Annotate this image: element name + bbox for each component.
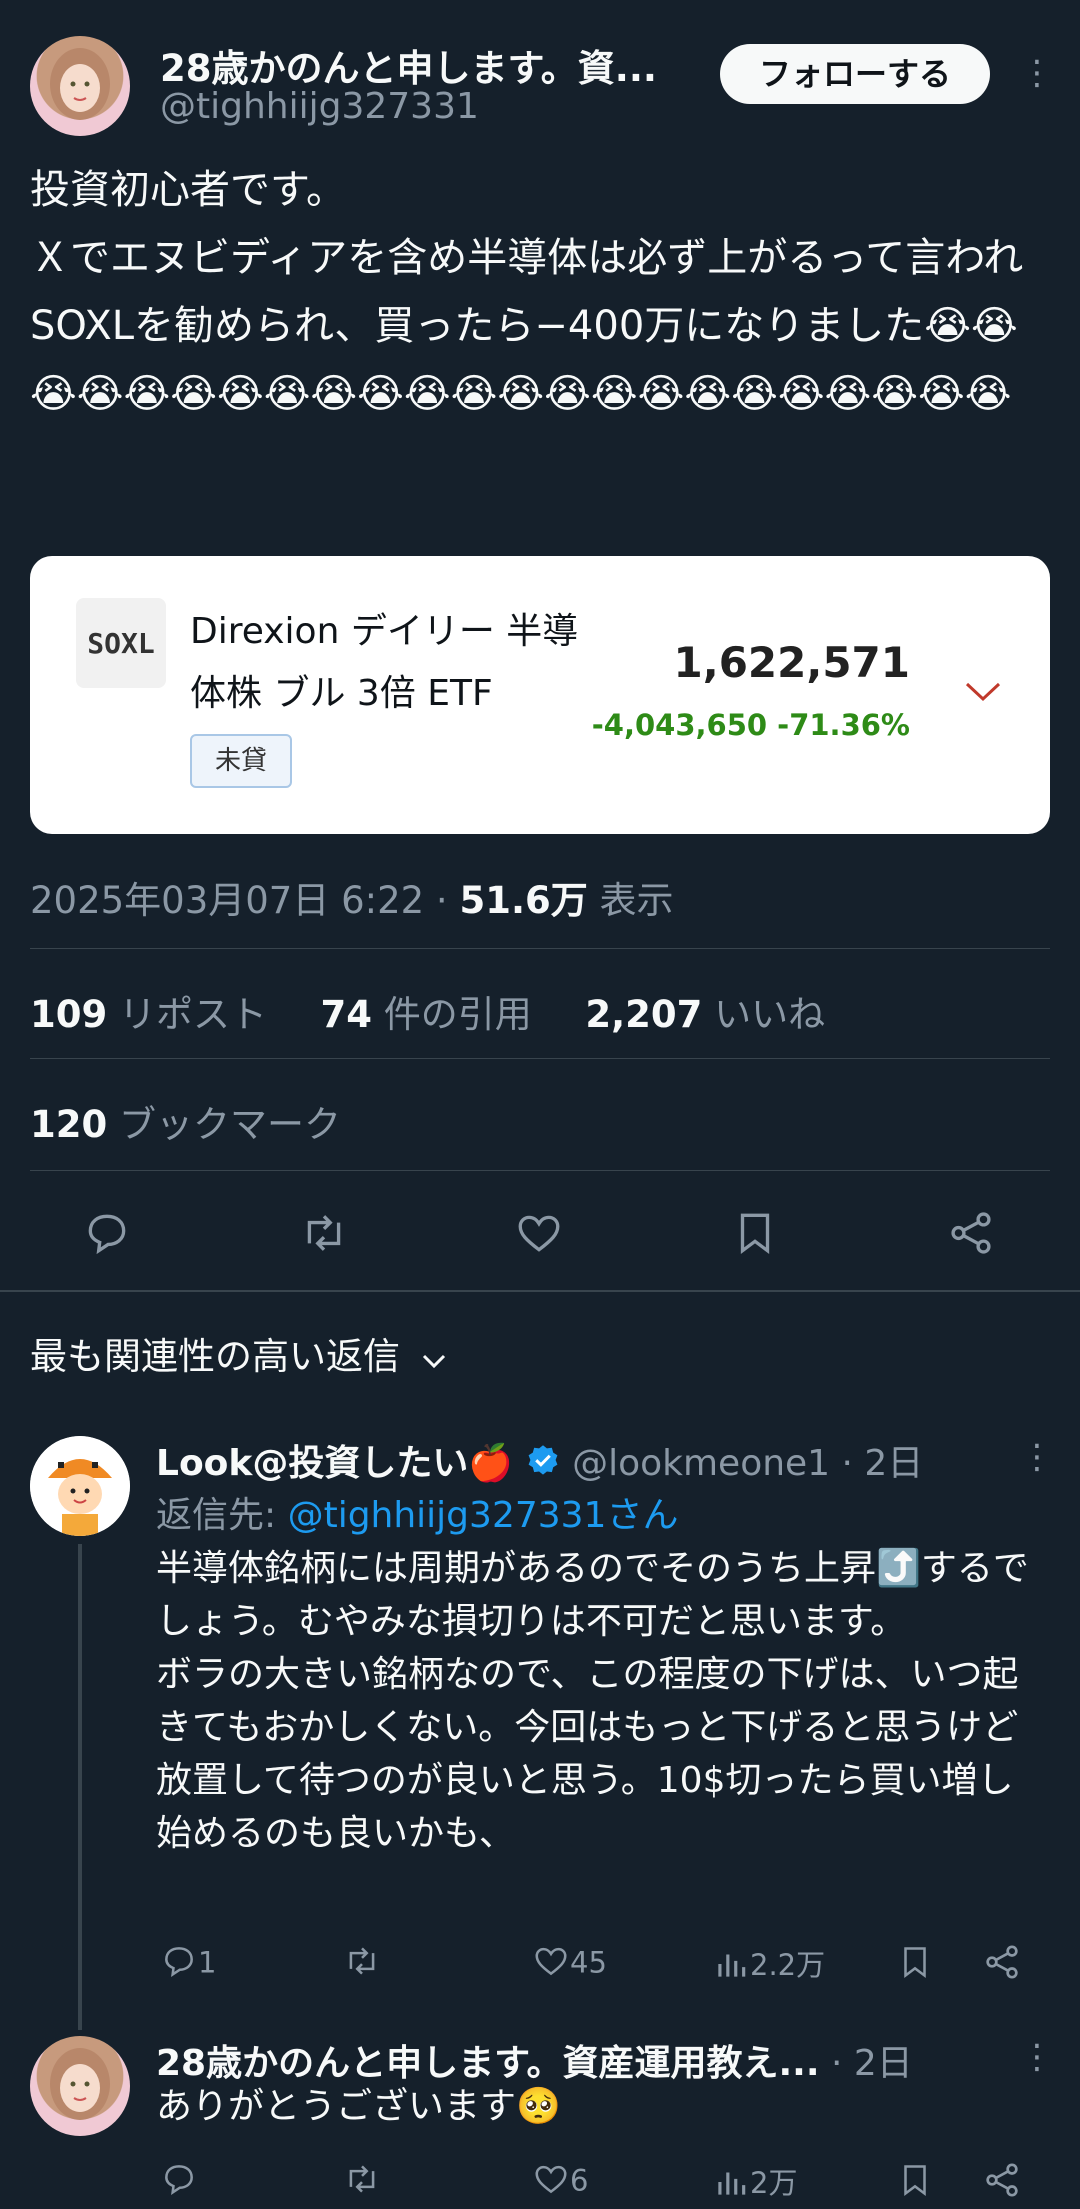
like-icon (532, 2160, 570, 2205)
quotes-count: 74 (320, 993, 373, 1036)
like-count: 6 (570, 2163, 589, 2198)
reply-time[interactable]: · 2日 (820, 2043, 913, 2084)
bookmarks-label: ブックマーク (119, 1103, 341, 1146)
share-icon[interactable] (982, 2160, 1022, 2204)
reply-icon (160, 1942, 198, 1987)
position-change: -4,043,650 -71.36% (591, 708, 910, 742)
reply-count-button[interactable]: 1 (160, 1942, 216, 1987)
bookmark-icon[interactable] (896, 1942, 934, 1986)
likes-stat[interactable]: 2,207 いいね (585, 993, 825, 1036)
views-button[interactable]: 2.2万 (712, 1942, 825, 1990)
like-icon (532, 1942, 570, 1987)
reply-to-line: 返信先: @tighhiijg327331さん (156, 1486, 678, 1538)
views-count: 51.6万 (459, 879, 588, 922)
stock-card[interactable]: SOXL Direxion デイリー 半導 体株 ブル 3倍 ETF 未貸 1,… (30, 556, 1050, 834)
views-label: 表示 (587, 879, 674, 922)
reply-to-prefix: 返信先: (156, 1495, 288, 1536)
reply-icon (160, 2160, 198, 2205)
engagement-stats: 109 リポスト 74 件の引用 2,207 いいね (30, 984, 825, 1038)
bookmark-icon[interactable] (896, 2160, 934, 2204)
timestamp-row: 2025年03月07日 6:22 · 51.6万 表示 (30, 870, 674, 924)
views-count: 2.2万 (750, 1948, 826, 1982)
repost-icon[interactable] (298, 1208, 350, 1258)
fund-name-line1: Direxion デイリー 半導 (190, 611, 579, 652)
reply-icon[interactable] (82, 1208, 132, 1258)
reply-time[interactable]: · 2日 (830, 1443, 924, 1484)
reply-header: 28歳かのんと申します。資産運用教え... · 2日 (156, 2034, 913, 2086)
bookmarks-stat[interactable]: 120 ブックマーク (30, 1094, 341, 1148)
reply-action-bar: 1 45 2.2万 (156, 1940, 1046, 1990)
chevron-down-icon[interactable] (964, 680, 1002, 704)
follow-button[interactable]: フォローする (720, 44, 990, 104)
tweet-text: 投資初心者です。 Ｘでエヌビディアを含め半導体は必ず上がるって言われSOXLを勧… (30, 167, 1024, 417)
section-divider (0, 1290, 1080, 1292)
chevron-down-icon (420, 1337, 448, 1380)
soxl-logo: SOXL (76, 598, 166, 688)
reply-avatar[interactable] (30, 1436, 130, 1536)
like-button[interactable]: 6 (532, 2160, 588, 2205)
verified-icon (525, 1443, 561, 1488)
reply-text: ありがとうございます🥺 (156, 2086, 561, 2127)
share-icon[interactable] (946, 1208, 996, 1258)
timestamp[interactable]: 2025年03月07日 6:22 · (30, 879, 459, 922)
share-icon[interactable] (982, 1942, 1022, 1986)
divider (30, 1058, 1050, 1059)
more-options-icon[interactable]: ⋮ (1020, 56, 1054, 90)
reply-header: Look@投資したい🍎 @lookmeone1 · 2日 (156, 1434, 923, 1488)
more-options-icon[interactable]: ⋮ (1020, 1440, 1054, 1474)
more-options-icon[interactable]: ⋮ (1020, 2040, 1054, 2074)
like-button[interactable]: 45 (532, 1942, 607, 1987)
author-name[interactable]: 28歳かのんと申します。資... (160, 38, 657, 92)
reply-action-bar: 6 2万 (156, 2158, 1046, 2208)
views-icon (712, 2163, 750, 2208)
replies-sort-dropdown[interactable]: 最も関連性の高い返信 (30, 1326, 448, 1380)
divider (30, 1170, 1050, 1171)
reply-count-button[interactable] (160, 2160, 198, 2205)
position-value: 1,622,571 (673, 638, 910, 687)
likes-label: いいね (714, 993, 826, 1036)
bookmarks-count: 120 (30, 1103, 108, 1146)
reply-count: 1 (198, 1945, 217, 1980)
lending-status-tag: 未貸 (190, 734, 292, 788)
reply-author-name[interactable]: 28歳かのんと申します。資産運用教え... (156, 2043, 820, 2084)
repost-icon (342, 2160, 382, 2205)
likes-count: 2,207 (585, 993, 703, 1036)
reposts-label: リポスト (119, 993, 267, 1036)
repost-button[interactable] (342, 2160, 382, 2205)
reply-author-handle[interactable]: @lookmeone1 (572, 1443, 830, 1484)
like-count: 45 (570, 1945, 607, 1980)
like-icon[interactable] (514, 1208, 564, 1258)
author-avatar[interactable] (30, 36, 130, 136)
fund-name-line2: 体株 ブル 3倍 ETF (190, 673, 493, 714)
views-count: 2万 (750, 2166, 798, 2200)
quotes-label: 件の引用 (383, 993, 532, 1036)
reposts-count: 109 (30, 993, 108, 1036)
replies-sort-label: 最も関連性の高い返信 (30, 1335, 400, 1378)
author-handle[interactable]: @tighhiijg327331 (160, 86, 479, 127)
views-icon (712, 1945, 750, 1990)
repost-button[interactable] (342, 1942, 382, 1987)
divider (30, 948, 1050, 949)
repost-icon (342, 1942, 382, 1987)
thread-line (78, 1544, 82, 2030)
reply-text: 半導体銘柄には周期があるのでそのうち上昇⤴️するでしょう。むやみな損切りは不可だ… (156, 1548, 1029, 1854)
reply-to-handle[interactable]: @tighhiijg327331さん (288, 1495, 679, 1536)
quotes-stat[interactable]: 74 件の引用 (321, 993, 532, 1036)
reposts-stat[interactable]: 109 リポスト (30, 993, 267, 1036)
bookmark-icon[interactable] (730, 1208, 780, 1258)
reply-avatar[interactable] (30, 2036, 130, 2136)
views-button[interactable]: 2万 (712, 2160, 797, 2208)
reply-author-name[interactable]: Look@投資したい🍎 (156, 1443, 513, 1484)
